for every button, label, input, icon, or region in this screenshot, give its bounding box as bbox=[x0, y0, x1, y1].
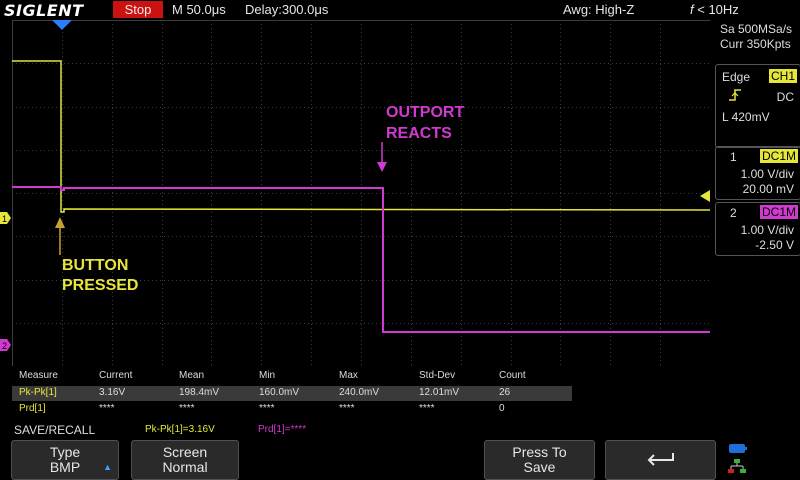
screen-softkey[interactable]: Screen Normal bbox=[131, 440, 239, 480]
cell: Pk-Pk[1] bbox=[19, 387, 57, 398]
table-row: Pk-Pk[1] 3.16V 198.4mV 160.0mV 240.0mV 1… bbox=[12, 386, 572, 401]
cell: 3.16V bbox=[99, 387, 126, 398]
menu-title: SAVE/RECALL bbox=[14, 423, 96, 437]
type-label: Type bbox=[49, 444, 81, 460]
period-readout: Prd[1]=**** bbox=[258, 424, 307, 435]
timebase-readout[interactable]: M 50.0μs bbox=[172, 2, 226, 17]
graticule bbox=[12, 20, 710, 366]
ch1-offset: 20.00 mV bbox=[742, 182, 794, 196]
cell: **** bbox=[259, 403, 275, 414]
press-value: Save bbox=[523, 459, 556, 475]
trigger-type: Edge bbox=[722, 70, 751, 84]
ch2-marker-label: 2 bbox=[2, 341, 7, 351]
cell: 198.4mV bbox=[179, 387, 220, 398]
outport-annotation-line2: REACTS bbox=[386, 125, 452, 142]
cell: 0 bbox=[499, 403, 505, 414]
ch2-scale: 1.00 V/div bbox=[740, 223, 794, 237]
ch1-marker-label: 1 bbox=[2, 214, 7, 224]
battery-icon bbox=[729, 444, 745, 453]
screen-value: Normal bbox=[162, 459, 208, 475]
header-current: Current bbox=[99, 370, 133, 381]
cell: **** bbox=[99, 403, 115, 414]
cell: Prd[1] bbox=[19, 403, 46, 414]
sample-rate: Sa 500MSa/s bbox=[720, 22, 793, 36]
trigger-source: CH1 bbox=[768, 69, 797, 83]
frequency-symbol: f bbox=[690, 2, 694, 17]
frequency-value: < 10Hz bbox=[697, 2, 739, 17]
system-status-icons bbox=[728, 444, 747, 473]
network-icon bbox=[728, 459, 746, 473]
back-softkey[interactable] bbox=[605, 440, 716, 480]
trigger-level: L 420mV bbox=[722, 110, 770, 124]
top-status-bar: SIGLENT Stop M 50.0μs Delay:300.0μs Awg:… bbox=[0, 0, 800, 20]
button-annotation-line2: PRESSED bbox=[62, 277, 138, 294]
header-stddev: Std-Dev bbox=[419, 370, 456, 381]
ch1-scale: 1.00 V/div bbox=[740, 167, 794, 181]
cell: **** bbox=[419, 403, 435, 414]
trigger-frequency: f < 10Hz bbox=[690, 2, 739, 17]
header-measure: Measure bbox=[19, 370, 58, 381]
pkpk-readout: Pk-Pk[1]=3.16V bbox=[145, 424, 215, 435]
press-label: Press To bbox=[512, 444, 567, 460]
ch2-number: 2 bbox=[730, 206, 737, 220]
trigger-info-box[interactable]: Edge CH1 DC L 420mV bbox=[715, 64, 800, 148]
cell: **** bbox=[179, 403, 195, 414]
ch2-coupling: DC1M bbox=[759, 205, 798, 219]
return-arrow-icon bbox=[647, 453, 674, 466]
cell: 26 bbox=[499, 387, 511, 398]
type-softkey[interactable]: Type BMP ▲ bbox=[11, 440, 119, 480]
table-row: Prd[1] **** **** **** **** **** 0 bbox=[12, 402, 572, 417]
channel-markers: 1 2 bbox=[0, 212, 11, 351]
ch1-number: 1 bbox=[730, 150, 737, 164]
cell: **** bbox=[339, 403, 355, 414]
screen-label: Screen bbox=[162, 444, 208, 460]
header-mean: Mean bbox=[179, 370, 205, 381]
trigger-level-marker[interactable] bbox=[700, 190, 710, 202]
awg-readout: Awg: High-Z bbox=[563, 2, 635, 17]
ch2-offset: -2.50 V bbox=[755, 238, 794, 252]
brand-logo: SIGLENT bbox=[4, 1, 84, 20]
header-count: Count bbox=[499, 370, 526, 381]
waveform-canvas: BUTTON PRESSED OUTPORT REACTS bbox=[12, 20, 710, 366]
ch1-coupling: DC1M bbox=[759, 149, 798, 163]
ch2-info-box[interactable]: 2 DC1M 1.00 V/div -2.50 V bbox=[715, 202, 800, 256]
outport-annotation-line1: OUTPORT bbox=[386, 104, 464, 121]
cell: 12.01mV bbox=[419, 387, 460, 398]
ch1-info-box[interactable]: 1 DC1M 1.00 V/div 20.00 mV bbox=[715, 146, 800, 200]
button-annotation-line1: BUTTON bbox=[62, 257, 128, 274]
measurement-header-row: Measure Current Mean Min Max Std-Dev Cou… bbox=[12, 369, 572, 384]
run-stop-indicator[interactable]: Stop bbox=[113, 1, 163, 18]
button-arrow-head bbox=[55, 217, 65, 228]
outport-arrow-head bbox=[377, 162, 387, 172]
trigger-position-marker[interactable] bbox=[52, 20, 72, 30]
rising-edge-icon bbox=[726, 88, 744, 105]
trigger-coupling: DC bbox=[776, 90, 794, 104]
waveform-display[interactable]: BUTTON PRESSED OUTPORT REACTS bbox=[12, 20, 710, 366]
status-line: SAVE/RECALL Pk-Pk[1]=3.16V Prd[1]=**** bbox=[0, 420, 800, 438]
memory-depth: Curr 350Kpts bbox=[720, 37, 791, 51]
delay-readout[interactable]: Delay:300.0μs bbox=[245, 2, 328, 17]
measurement-table: Measure Current Mean Min Max Std-Dev Cou… bbox=[12, 367, 712, 419]
header-min: Min bbox=[259, 370, 276, 381]
press-to-save-softkey[interactable]: Press To Save bbox=[484, 440, 595, 480]
cell: 240.0mV bbox=[339, 387, 380, 398]
header-max: Max bbox=[339, 370, 358, 381]
right-info-panel: Sa 500MSa/s Curr 350Kpts Edge CH1 DC L 4… bbox=[712, 20, 800, 440]
cell: 160.0mV bbox=[259, 387, 300, 398]
type-value: BMP bbox=[49, 459, 81, 475]
cycle-arrow-icon: ▲ bbox=[103, 462, 112, 472]
